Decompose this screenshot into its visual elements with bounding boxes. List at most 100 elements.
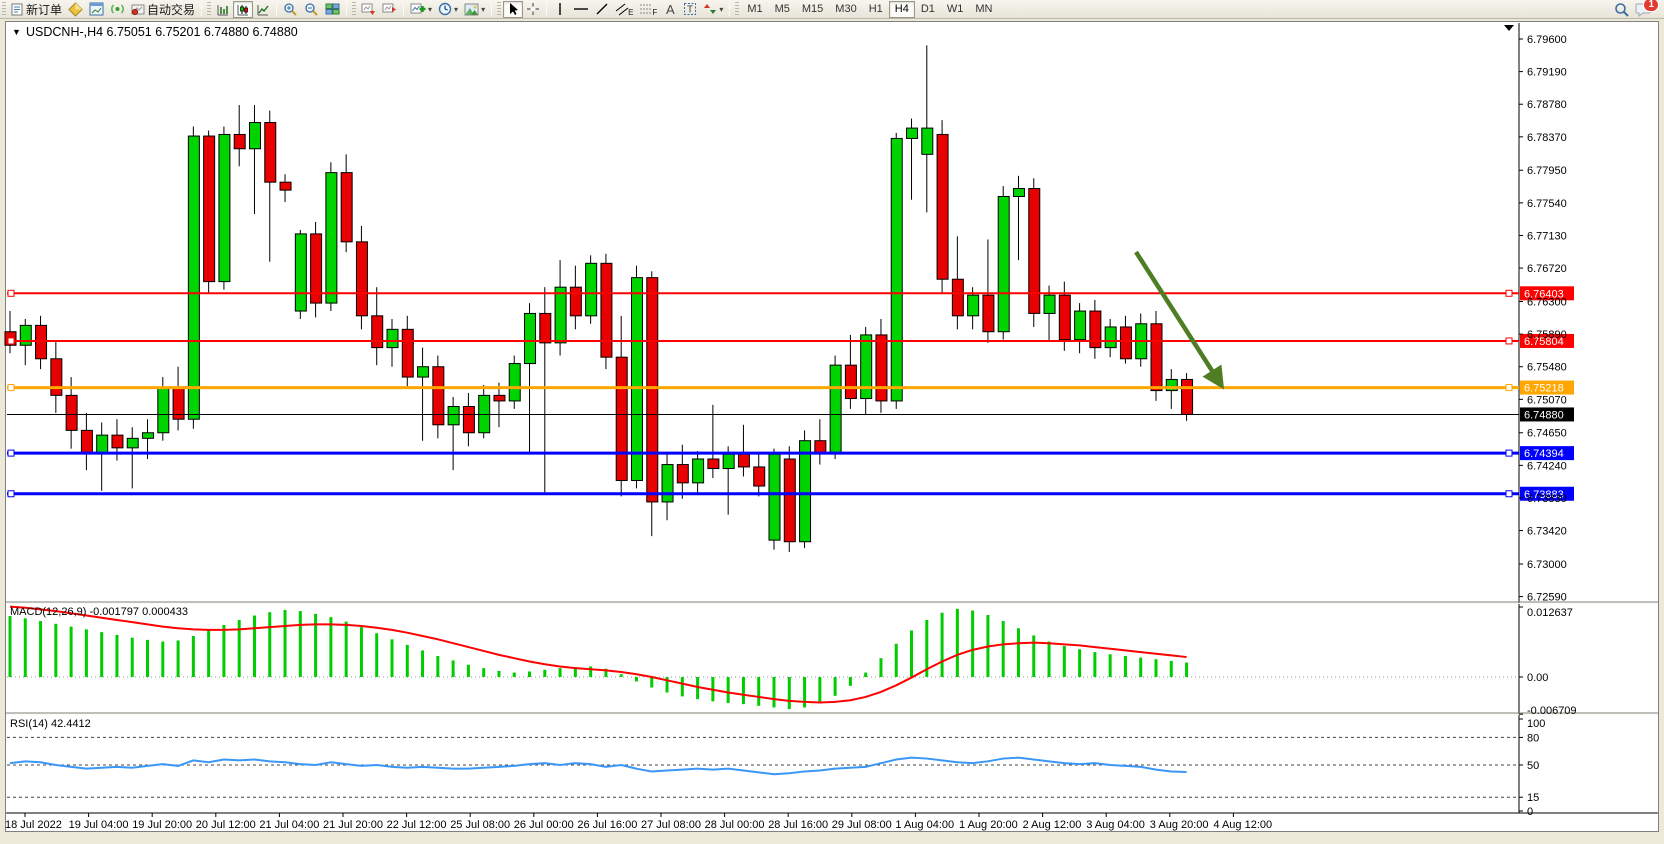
svg-text:80: 80	[1527, 732, 1539, 744]
svg-text:20 Jul 12:00: 20 Jul 12:00	[196, 819, 256, 831]
line-chart-mode-button[interactable]	[253, 1, 273, 18]
svg-text:6.73830: 6.73830	[1527, 493, 1567, 505]
bar-chart-mode-button[interactable]	[213, 1, 233, 18]
dropdown-caret-icon: ▾	[719, 5, 723, 14]
tile-windows-button[interactable]	[322, 1, 343, 18]
zoom-out-button[interactable]	[301, 1, 322, 18]
text-label-tool-button[interactable]: T	[680, 1, 700, 18]
timeframe-button-MN[interactable]: MN	[969, 1, 998, 18]
chart-shift-button[interactable]	[379, 1, 400, 18]
auto-trading-button[interactable]: 自动交易	[128, 1, 198, 18]
tile-windows-icon	[325, 2, 340, 16]
toolbar-grip	[497, 2, 501, 17]
svg-text:26 Jul 16:00: 26 Jul 16:00	[577, 819, 637, 831]
new-order-button[interactable]: 新订单	[8, 1, 65, 18]
cursor-tool-button[interactable]	[503, 1, 523, 18]
line-handle[interactable]	[1506, 385, 1512, 391]
svg-text:6.75480: 6.75480	[1527, 362, 1567, 374]
text-tool-button[interactable]: A	[660, 1, 680, 18]
search-button[interactable]	[1611, 1, 1632, 18]
line-handle[interactable]	[8, 491, 14, 497]
channel-letter: E	[628, 8, 633, 17]
timeframe-button-M15[interactable]: M15	[796, 1, 829, 18]
zoom-in-button[interactable]	[280, 1, 301, 18]
timeframe-button-M5[interactable]: M5	[769, 1, 796, 18]
timeframe-button-D1[interactable]: D1	[915, 1, 941, 18]
search-icon	[1614, 2, 1629, 17]
timeframe-bar: M1M5M15M30H1H4D1W1MN	[741, 0, 998, 18]
line-handle[interactable]	[1506, 290, 1512, 296]
timeframe-button-H1[interactable]: H1	[863, 1, 889, 18]
signals-button[interactable]	[107, 1, 128, 18]
chart-shift-icon	[382, 2, 397, 16]
svg-text:6.73000: 6.73000	[1527, 559, 1567, 571]
svg-text:25 Jul 08:00: 25 Jul 08:00	[450, 819, 510, 831]
profile-button[interactable]	[65, 1, 86, 18]
periods-button[interactable]: ▾	[435, 1, 461, 18]
channel-tool-button[interactable]: E	[612, 1, 636, 18]
svg-text:6.79600: 6.79600	[1527, 34, 1567, 46]
line-handle[interactable]	[1506, 338, 1512, 344]
timeframe-button-M1[interactable]: M1	[741, 1, 768, 18]
svg-text:28 Jul 16:00: 28 Jul 16:00	[768, 819, 828, 831]
trendline-tool-button[interactable]	[592, 1, 612, 18]
signal-waves-icon	[110, 2, 125, 16]
svg-text:3 Aug 04:00: 3 Aug 04:00	[1086, 819, 1145, 831]
line-handle[interactable]	[8, 450, 14, 456]
svg-text:3 Aug 20:00: 3 Aug 20:00	[1150, 819, 1209, 831]
svg-text:6.74650: 6.74650	[1527, 428, 1567, 440]
svg-text:6.77540: 6.77540	[1527, 198, 1567, 210]
toolbar-grip	[207, 2, 211, 17]
notifications-button[interactable]: 1	[1632, 1, 1654, 18]
svg-text:100: 100	[1527, 718, 1545, 730]
line-handle[interactable]	[8, 290, 14, 296]
dropdown-caret-icon: ▾	[428, 5, 432, 14]
svg-text:1 Aug 04:00: 1 Aug 04:00	[895, 819, 954, 831]
arrange-charts-icon	[361, 2, 376, 16]
toolbar-separator	[729, 2, 730, 16]
chart-title-text: USDCNH-,H4 6.75051 6.75201 6.74880 6.748…	[26, 25, 298, 39]
svg-text:2 Aug 12:00: 2 Aug 12:00	[1023, 819, 1082, 831]
svg-text:27 Jul 08:00: 27 Jul 08:00	[641, 819, 701, 831]
symbol-dropdown-icon[interactable]: ▼	[12, 27, 21, 37]
auto-arrange-button[interactable]	[358, 1, 379, 18]
fibonacci-tool-button[interactable]: F	[636, 1, 660, 18]
candlestick-mode-button[interactable]	[233, 1, 253, 18]
timeframe-button-H4[interactable]: H4	[889, 1, 915, 18]
timeframe-button-W1[interactable]: W1	[941, 1, 970, 18]
line-handle[interactable]	[8, 338, 14, 344]
svg-text:0: 0	[1527, 806, 1533, 818]
chart-window[interactable]: 6.764036.758046.752186.748806.743946.738…	[0, 19, 1664, 839]
bar-chart-icon	[216, 3, 230, 16]
arrows-tool-button[interactable]: ▾	[700, 1, 726, 18]
charts-button[interactable]	[86, 1, 107, 18]
chart-window-icon	[89, 2, 104, 16]
svg-text:0.00: 0.00	[1527, 672, 1548, 684]
crosshair-tool-button[interactable]	[523, 1, 543, 18]
zoom-in-icon	[283, 2, 298, 16]
auto-trading-label: 自动交易	[147, 1, 195, 18]
toolbar-separator	[276, 2, 277, 16]
indicators-button[interactable]: ▾	[407, 1, 435, 18]
toolbar-separator	[403, 2, 404, 16]
timeframe-button-M30[interactable]: M30	[829, 1, 862, 18]
svg-text:6.77130: 6.77130	[1527, 230, 1567, 242]
line-handle[interactable]	[1506, 450, 1512, 456]
svg-text:19 Jul 20:00: 19 Jul 20:00	[132, 819, 192, 831]
svg-text:6.74880: 6.74880	[1524, 409, 1564, 421]
svg-text:50: 50	[1527, 760, 1539, 772]
svg-text:4 Aug 12:00: 4 Aug 12:00	[1213, 819, 1272, 831]
horizontal-line-tool-button[interactable]	[570, 1, 592, 18]
svg-text:6.73420: 6.73420	[1527, 526, 1567, 538]
chart-canvas[interactable]: 6.764036.758046.752186.748806.743946.738…	[0, 19, 1664, 839]
templates-button[interactable]: ▾	[461, 1, 488, 18]
vertical-line-tool-button[interactable]	[550, 1, 570, 18]
line-handle[interactable]	[8, 385, 14, 391]
rsi-label: RSI(14) 42.4412	[10, 718, 91, 730]
cursor-icon	[507, 2, 519, 16]
line-handle[interactable]	[1506, 491, 1512, 497]
toolbar-separator	[491, 2, 492, 16]
template-icon	[464, 3, 479, 16]
toolbar-grip	[2, 2, 6, 17]
line-chart-icon	[256, 3, 270, 16]
